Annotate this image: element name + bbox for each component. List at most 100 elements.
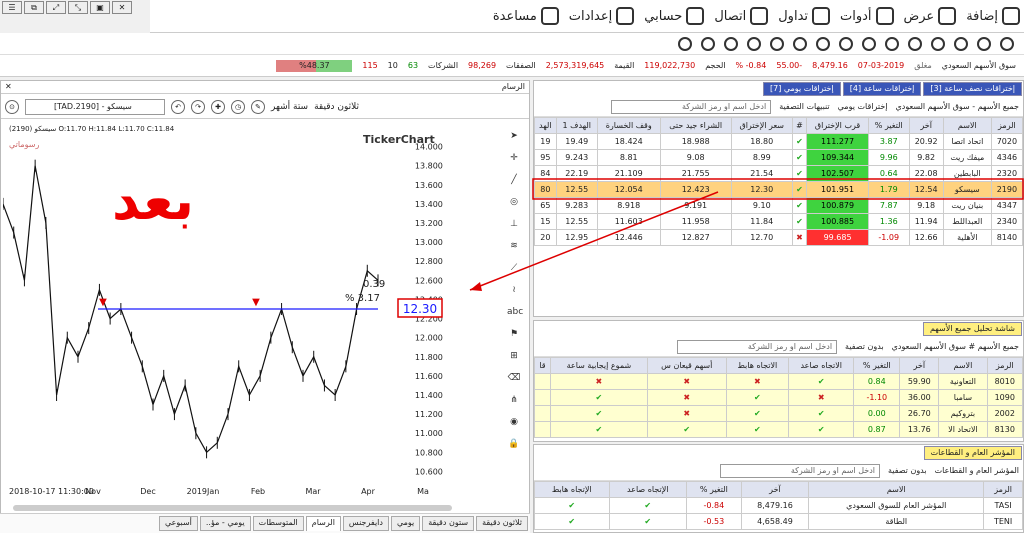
breakout-tab[interactable]: إختراقات نصف ساعة [3] (923, 82, 1022, 96)
sectors-nofilter[interactable]: بدون تصفية (888, 466, 927, 475)
hline-icon[interactable]: ⊥ (507, 217, 521, 231)
column-header[interactable]: الإتجاه هابط (534, 481, 610, 498)
period-selector[interactable]: ثلاثون دقيقة (314, 102, 359, 112)
cursor-icon[interactable]: ➤ (507, 129, 521, 143)
analysis-nofilter[interactable]: بدون تصفية (845, 342, 884, 351)
target-icon[interactable] (770, 37, 784, 51)
analysis-tab[interactable]: شاشة تحليل جميع الأسهم (922, 322, 1022, 336)
column-header[interactable]: الهد (534, 117, 557, 134)
column-header[interactable]: قرب الإختراق (806, 117, 870, 134)
column-header[interactable]: أسهم قيعان س (646, 357, 727, 374)
sectors-tab[interactable]: المؤشر العام و القطاعات (923, 446, 1022, 460)
delete-icon[interactable]: ⌫ (507, 371, 521, 385)
table-row[interactable]: TASI المؤشر العام للسوق السعودي 8,479.16 0.… (534, 497, 1023, 514)
table-row[interactable]: 2340 العبداللط 11.94 1.36 100.885 ✔ 11.84 11.95… (534, 213, 1024, 230)
menu-item[interactable]: إعدادات (569, 7, 635, 25)
column-header[interactable]: الرمز (990, 117, 1024, 134)
table-row[interactable]: 8130 الاتحاد الا 13.76 0.87 ✔ ✔ ✔ ✔ (534, 421, 1024, 438)
column-header[interactable]: الإتجاه صاعد (608, 481, 687, 498)
window-control-2[interactable]: ⤢ (46, 1, 66, 14)
close-icon[interactable]: ✕ (5, 82, 12, 92)
chart-tab[interactable]: يومي - مؤ.. (199, 516, 251, 531)
chart-tab[interactable]: المتوسطات (252, 516, 304, 531)
column-header[interactable]: الرمز (983, 481, 1023, 498)
pencil-icon[interactable]: ✎ (251, 99, 265, 114)
chart-tab[interactable]: أسبوعي (158, 516, 198, 531)
column-header[interactable]: # (791, 117, 808, 134)
grid-icon[interactable] (816, 37, 830, 51)
column-header[interactable]: شموع إيجابية ساعة (549, 357, 648, 374)
wave-icon[interactable]: ≀ (507, 283, 521, 297)
menu-item[interactable]: حسابي (644, 7, 705, 25)
chart-tab[interactable]: دايفرجنس (342, 516, 389, 531)
fib-icon[interactable]: ≋ (507, 239, 521, 253)
table-row[interactable]: 8010 التعاونية 59.90 0.84 ✔ ✖ ✖ ✖ (534, 373, 1024, 390)
table-row[interactable]: 1090 سامبا 36.00 1.10- ✖ ✔ ✖ ✔ (534, 389, 1024, 406)
breakout-tab[interactable]: إختراقات يومي [7] (762, 82, 841, 96)
market-filter[interactable]: جميع الأسهم - سوق الأسهم السعودي (896, 102, 1020, 111)
menu-item[interactable]: اتصال (714, 7, 769, 25)
table-row[interactable]: 2002 بتروكيم 26.70 0.00 ✔ ✔ ✖ ✔ (534, 405, 1024, 422)
eye-icon[interactable]: ◉ (507, 415, 521, 429)
column-header[interactable]: الاسم (938, 357, 988, 374)
chart-tab[interactable]: الرسام (305, 516, 341, 531)
column-header[interactable]: آخر (899, 357, 940, 374)
bell-icon[interactable] (724, 37, 738, 51)
menu-item[interactable]: تداول (778, 7, 831, 25)
channel-icon[interactable]: ⟋ (507, 261, 521, 275)
column-header[interactable]: التغير % (868, 117, 910, 134)
window-control-3[interactable]: ⤡ (68, 1, 88, 14)
menu-item[interactable]: إضافة (966, 7, 1020, 25)
company-search[interactable]: ادخل اسم او رمز الشركة (611, 99, 772, 114)
column-header[interactable]: سعر الإختراق (730, 117, 793, 134)
window-control-4[interactable]: ▣ (90, 1, 110, 14)
magnet-icon[interactable]: ⋔ (507, 393, 521, 407)
chart-tab[interactable]: ثلاثون دقيقة (476, 516, 528, 531)
window-control-5[interactable]: ✕ (112, 1, 132, 14)
flag-icon[interactable]: ⚑ (507, 327, 521, 341)
clock-icon[interactable]: ◷ (231, 99, 245, 114)
column-header[interactable]: الاسم (808, 481, 985, 498)
menu-item[interactable]: عرض (904, 7, 957, 25)
lock-icon[interactable]: 🔒 (507, 437, 521, 451)
column-header[interactable]: الرمز (986, 357, 1024, 374)
window-control-1[interactable]: ⧉ (24, 1, 44, 14)
analysis-search[interactable]: ادخل اسم او رمز الشركة (677, 339, 838, 354)
column-header[interactable]: قا (534, 357, 551, 374)
column-header[interactable]: الاتجاه صاعد (788, 357, 855, 374)
table-row[interactable]: 7020 اتحاد اتصا 20.92 3.87 111.277 ✔ 18.80 18.9… (534, 133, 1024, 150)
trendline-icon[interactable]: ╱ (507, 173, 521, 187)
filter-alerts[interactable]: تنبيهات التصفية (779, 102, 829, 111)
column-header[interactable]: التغير % (685, 481, 742, 498)
market-name[interactable]: سوق الأسهم السعودي (942, 61, 1016, 70)
undo-icon[interactable]: ↶ (171, 99, 185, 114)
column-header[interactable]: آخر (908, 117, 944, 134)
column-header[interactable]: وقف الخسارة (596, 117, 661, 134)
column-header[interactable]: آخر (740, 481, 810, 498)
ruler-icon[interactable]: ⊞ (507, 349, 521, 363)
menu-item[interactable]: مساعدة (493, 7, 559, 25)
window-control-0[interactable]: ☰ (2, 1, 22, 14)
gear-icon[interactable] (793, 37, 807, 51)
crosshair-icon[interactable]: ✛ (507, 151, 521, 165)
table-row[interactable]: TENI الطاقة 4,658.49 0.53- ✔ ✔ (534, 513, 1023, 530)
drop-icon[interactable] (862, 37, 876, 51)
circle-icon[interactable]: ◎ (507, 195, 521, 209)
symbol-search[interactable]: [TAD.2190] - سيسكو (25, 98, 165, 115)
mail-icon[interactable] (1000, 37, 1014, 51)
zoom-icon[interactable]: ⊙ (5, 99, 19, 114)
sub-filter[interactable]: إختراقات يومي (838, 102, 888, 111)
column-header[interactable]: الاسم (942, 117, 992, 134)
pie-icon[interactable] (885, 37, 899, 51)
refresh-icon[interactable] (678, 37, 692, 51)
table-row[interactable]: 2190 سيسكو 12.54 1.79 101.951 ✔ 12.30 12.423 12.… (534, 181, 1024, 198)
sectors-search[interactable]: ادخل اسم او رمز الشركة (719, 463, 880, 478)
column-header[interactable]: الشراء جيد حتى (659, 117, 732, 134)
table-row[interactable]: 8140 الأهلية 12.66 1.09- 99.685 ✖ 12.70 12.827 1… (534, 229, 1024, 246)
redo-icon[interactable]: ↷ (191, 99, 205, 114)
globe-icon[interactable] (908, 37, 922, 51)
sectors-filter[interactable]: المؤشر العام و القطاعات (935, 466, 1019, 475)
text-icon[interactable]: abc (507, 305, 523, 319)
analysis-market-filter[interactable]: جميع الأسهم # سوق الأسهم السعودي (892, 342, 1019, 351)
column-header[interactable]: الهدف 1 (555, 117, 598, 134)
